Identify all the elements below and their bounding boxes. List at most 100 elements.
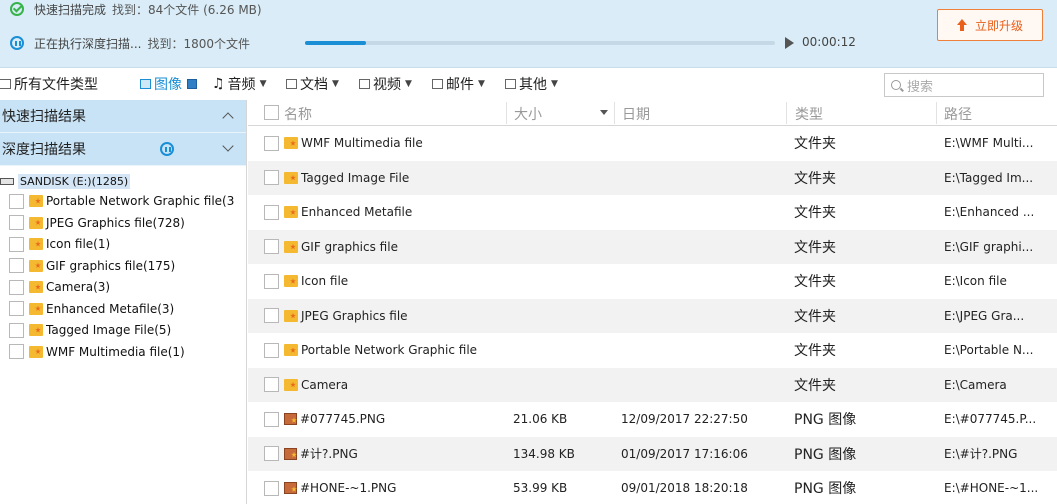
select-all-checkbox[interactable] — [264, 105, 279, 120]
chevron-down-icon[interactable]: ▼ — [260, 79, 267, 89]
file-name: #HONE-~1.PNG — [300, 481, 397, 496]
chevron-down-icon[interactable]: ▼ — [478, 79, 485, 89]
folder-icon — [29, 281, 43, 293]
search-input[interactable]: 搜索 — [884, 73, 1044, 97]
filter-documents[interactable]: 文档 ▼ — [286, 73, 339, 95]
column-divider[interactable] — [614, 102, 615, 124]
filter-audio[interactable]: ♫ 音频 ▼ — [212, 73, 266, 95]
quick-scan-results-header[interactable]: 快速扫描结果 — [0, 100, 246, 133]
elapsed-time: 00:00:12 — [802, 35, 856, 49]
pause-icon[interactable] — [160, 142, 174, 156]
file-path: E:\WMF Multi... — [944, 136, 1034, 151]
cell-name: JPEG Graphics file — [264, 299, 514, 334]
folder-icon — [284, 240, 298, 253]
table-row[interactable]: Icon file 文件夹 E:\Icon file — [248, 264, 1057, 299]
file-date — [621, 333, 791, 368]
deep-scan-results-header[interactable]: 深度扫描结果 — [0, 133, 246, 166]
column-divider[interactable] — [786, 102, 787, 124]
check-circle-icon — [10, 2, 24, 16]
row-checkbox[interactable] — [264, 204, 279, 220]
row-checkbox[interactable] — [264, 342, 279, 358]
chevron-down-icon[interactable]: ▼ — [332, 79, 339, 89]
scan-results-tree-panel: 快速扫描结果 深度扫描结果 SANDISK (E:)(1285) Portabl… — [0, 100, 247, 504]
image-icon — [140, 79, 151, 89]
pause-scan-icon[interactable] — [10, 36, 24, 50]
tree-item-checkbox[interactable] — [9, 258, 24, 273]
tree-item[interactable]: GIF graphics file(175) — [9, 256, 247, 276]
file-type: 文件夹 — [794, 170, 836, 187]
tree-item[interactable]: WMF Multimedia file(1) — [9, 342, 247, 362]
deep-scan-status: 正在执行深度扫描... 找到：1800个文件 00:00:12 — [10, 33, 870, 53]
tree-drive-sandisk[interactable]: SANDISK (E:)(1285) — [0, 172, 131, 190]
cell-name: Tagged Image File — [264, 161, 514, 196]
chevron-up-icon[interactable] — [222, 112, 234, 124]
chevron-down-icon[interactable] — [222, 140, 234, 152]
table-row[interactable]: Enhanced Metafile 文件夹 E:\Enhanced ... — [248, 195, 1057, 230]
filter-other[interactable]: 其他 ▼ — [505, 73, 558, 95]
sort-descending-icon[interactable] — [600, 110, 608, 115]
file-path: E:\#HONE-~1... — [944, 481, 1039, 496]
row-checkbox[interactable] — [264, 273, 279, 289]
column-header-name[interactable]: 名称 — [284, 104, 312, 124]
arrow-up-icon — [956, 19, 967, 31]
chevron-down-icon[interactable]: ▼ — [551, 79, 558, 89]
tree-item-checkbox[interactable] — [9, 344, 24, 359]
table-row[interactable]: #077745.PNG 21.06 KB 12/09/2017 22:27:50 PN… — [248, 402, 1057, 437]
tree-item-checkbox[interactable] — [9, 279, 24, 295]
table-row[interactable]: #HONE-~1.PNG 53.99 KB 09/01/2018 18:20:18 P… — [248, 471, 1057, 504]
checkbox-checked-icon[interactable] — [187, 79, 197, 89]
row-checkbox[interactable] — [264, 446, 279, 462]
column-divider[interactable] — [506, 102, 507, 124]
column-header-path[interactable]: 路径 — [944, 104, 972, 124]
filter-email[interactable]: 邮件 ▼ — [432, 73, 485, 95]
filter-video[interactable]: 视频 ▼ — [359, 73, 412, 95]
tree-item-checkbox[interactable] — [9, 193, 24, 209]
row-checkbox[interactable] — [264, 239, 279, 255]
row-checkbox[interactable] — [264, 377, 279, 393]
tree-item[interactable]: ▶Camera(3) — [9, 277, 247, 297]
filter-all-types[interactable]: 所有文件类型 — [0, 73, 98, 95]
tree-item[interactable]: Enhanced Metafile(3) — [9, 299, 247, 319]
play-icon[interactable] — [785, 37, 794, 49]
file-name: JPEG Graphics file — [301, 308, 408, 323]
cell-name: Enhanced Metafile — [264, 195, 514, 230]
tree-item[interactable]: Portable Network Graphic file(3 — [9, 191, 247, 211]
table-row[interactable]: #计?.PNG 134.98 KB 01/09/2017 17:16:06 PNG 图… — [248, 436, 1057, 472]
table-row[interactable]: WMF Multimedia file 文件夹 E:\WMF Multi... — [248, 126, 1057, 161]
column-header-date[interactable]: 日期 — [622, 104, 650, 124]
deep-scan-running-text: 正在执行深度扫描... — [34, 36, 142, 51]
tree-item-checkbox[interactable] — [9, 301, 24, 316]
row-checkbox[interactable] — [264, 411, 279, 427]
column-header-size[interactable]: 大小 — [514, 104, 542, 124]
table-row[interactable]: Camera 文件夹 E:\Camera — [248, 367, 1057, 402]
file-name: WMF Multimedia file — [301, 136, 423, 151]
file-type: PNG 图像 — [794, 481, 857, 498]
row-checkbox[interactable] — [264, 308, 279, 324]
file-list-table: 名称 大小 日期 类型 路径 WMF Multimedia file 文件夹 E:\… — [248, 100, 1057, 504]
cell-name: #计?.PNG — [264, 437, 514, 472]
column-header-type[interactable]: 类型 — [795, 104, 823, 124]
table-row[interactable]: Tagged Image File 文件夹 E:\Tagged Im... — [248, 160, 1057, 196]
tree-item-checkbox[interactable] — [9, 236, 24, 252]
document-icon — [286, 79, 297, 89]
filter-images[interactable]: 图像 — [140, 73, 201, 95]
table-row[interactable]: JPEG Graphics file 文件夹 E:\JPEG Gra... — [248, 298, 1057, 334]
file-date — [621, 126, 791, 161]
upgrade-button[interactable]: 立即升级 — [937, 9, 1043, 41]
row-checkbox[interactable] — [264, 135, 279, 151]
tree-item-checkbox[interactable] — [9, 215, 24, 230]
tree-item[interactable]: Tagged Image File(5) — [9, 320, 247, 340]
file-path: E:\#计?.PNG — [944, 447, 1018, 462]
row-checkbox[interactable] — [264, 170, 279, 186]
table-row[interactable]: Portable Network Graphic file 文件夹 E:\Porta… — [248, 333, 1057, 368]
column-divider[interactable] — [936, 102, 937, 124]
chevron-down-icon[interactable]: ▼ — [405, 79, 412, 89]
row-checkbox[interactable] — [264, 480, 279, 496]
tree-item[interactable]: Icon file(1) — [9, 234, 247, 254]
folder-icon — [284, 378, 298, 391]
png-file-icon — [284, 413, 297, 426]
tree-item-checkbox[interactable] — [9, 322, 24, 338]
scan-progress-bar — [305, 41, 775, 45]
tree-item[interactable]: JPEG Graphics file(728) — [9, 213, 247, 233]
table-row[interactable]: GIF graphics file 文件夹 E:\GIF graphi... — [248, 229, 1057, 264]
